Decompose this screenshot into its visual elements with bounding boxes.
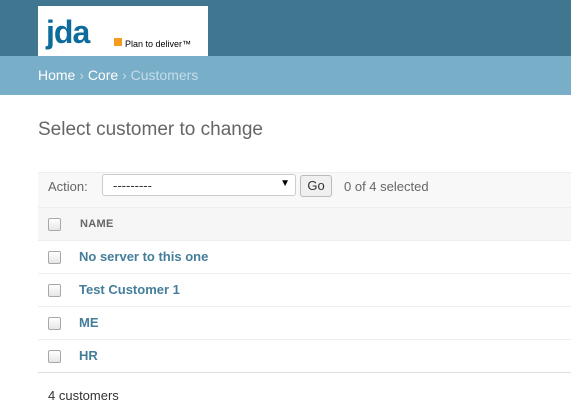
row-checkbox[interactable] xyxy=(48,251,61,264)
page-title: Select customer to change xyxy=(38,119,263,140)
row-checkbox[interactable] xyxy=(48,350,61,363)
breadcrumb-separator: › xyxy=(122,67,127,83)
table-row: No server to this one xyxy=(38,241,571,274)
chevron-down-icon: ▼ xyxy=(280,178,290,189)
customer-link[interactable]: ME xyxy=(79,315,99,330)
paginator: 4 customers xyxy=(38,372,571,419)
breadcrumb-separator: › xyxy=(79,67,84,83)
site-header: jda Plan to deliver™ xyxy=(0,0,571,56)
select-all-checkbox[interactable] xyxy=(48,218,61,231)
breadcrumb-core-link[interactable]: Core xyxy=(88,67,118,83)
row-checkbox[interactable] xyxy=(48,284,61,297)
table-row: HR xyxy=(38,340,571,373)
logo-tagline: Plan to deliver™ xyxy=(125,39,192,49)
breadcrumb-home-link[interactable]: Home xyxy=(38,67,75,83)
logo-dot xyxy=(114,38,122,46)
result-count: 4 customers xyxy=(48,388,119,403)
table-row: ME xyxy=(38,307,571,340)
table-header-row: NAME xyxy=(38,207,571,241)
results-table: NAME No server to this one Test Customer… xyxy=(38,207,571,373)
customer-link[interactable]: No server to this one xyxy=(79,249,208,264)
logo[interactable]: jda Plan to deliver™ xyxy=(38,6,208,56)
breadcrumb-current: Customers xyxy=(130,67,199,83)
table-row: Test Customer 1 xyxy=(38,274,571,307)
actions-bar: Action: --------- ▼ Go 0 of 4 selected xyxy=(38,172,571,208)
action-label: Action: xyxy=(48,179,88,194)
action-select-value: --------- xyxy=(113,178,152,193)
breadcrumb: Home › Core › Customers xyxy=(0,56,571,95)
customer-link[interactable]: Test Customer 1 xyxy=(79,282,180,297)
action-select[interactable]: --------- ▼ xyxy=(102,174,296,196)
column-header-name[interactable]: NAME xyxy=(80,218,114,230)
go-button[interactable]: Go xyxy=(300,175,332,197)
logo-wordmark: jda xyxy=(46,14,90,50)
customer-link[interactable]: HR xyxy=(79,348,98,363)
selection-counter: 0 of 4 selected xyxy=(344,179,429,194)
row-checkbox[interactable] xyxy=(48,317,61,330)
